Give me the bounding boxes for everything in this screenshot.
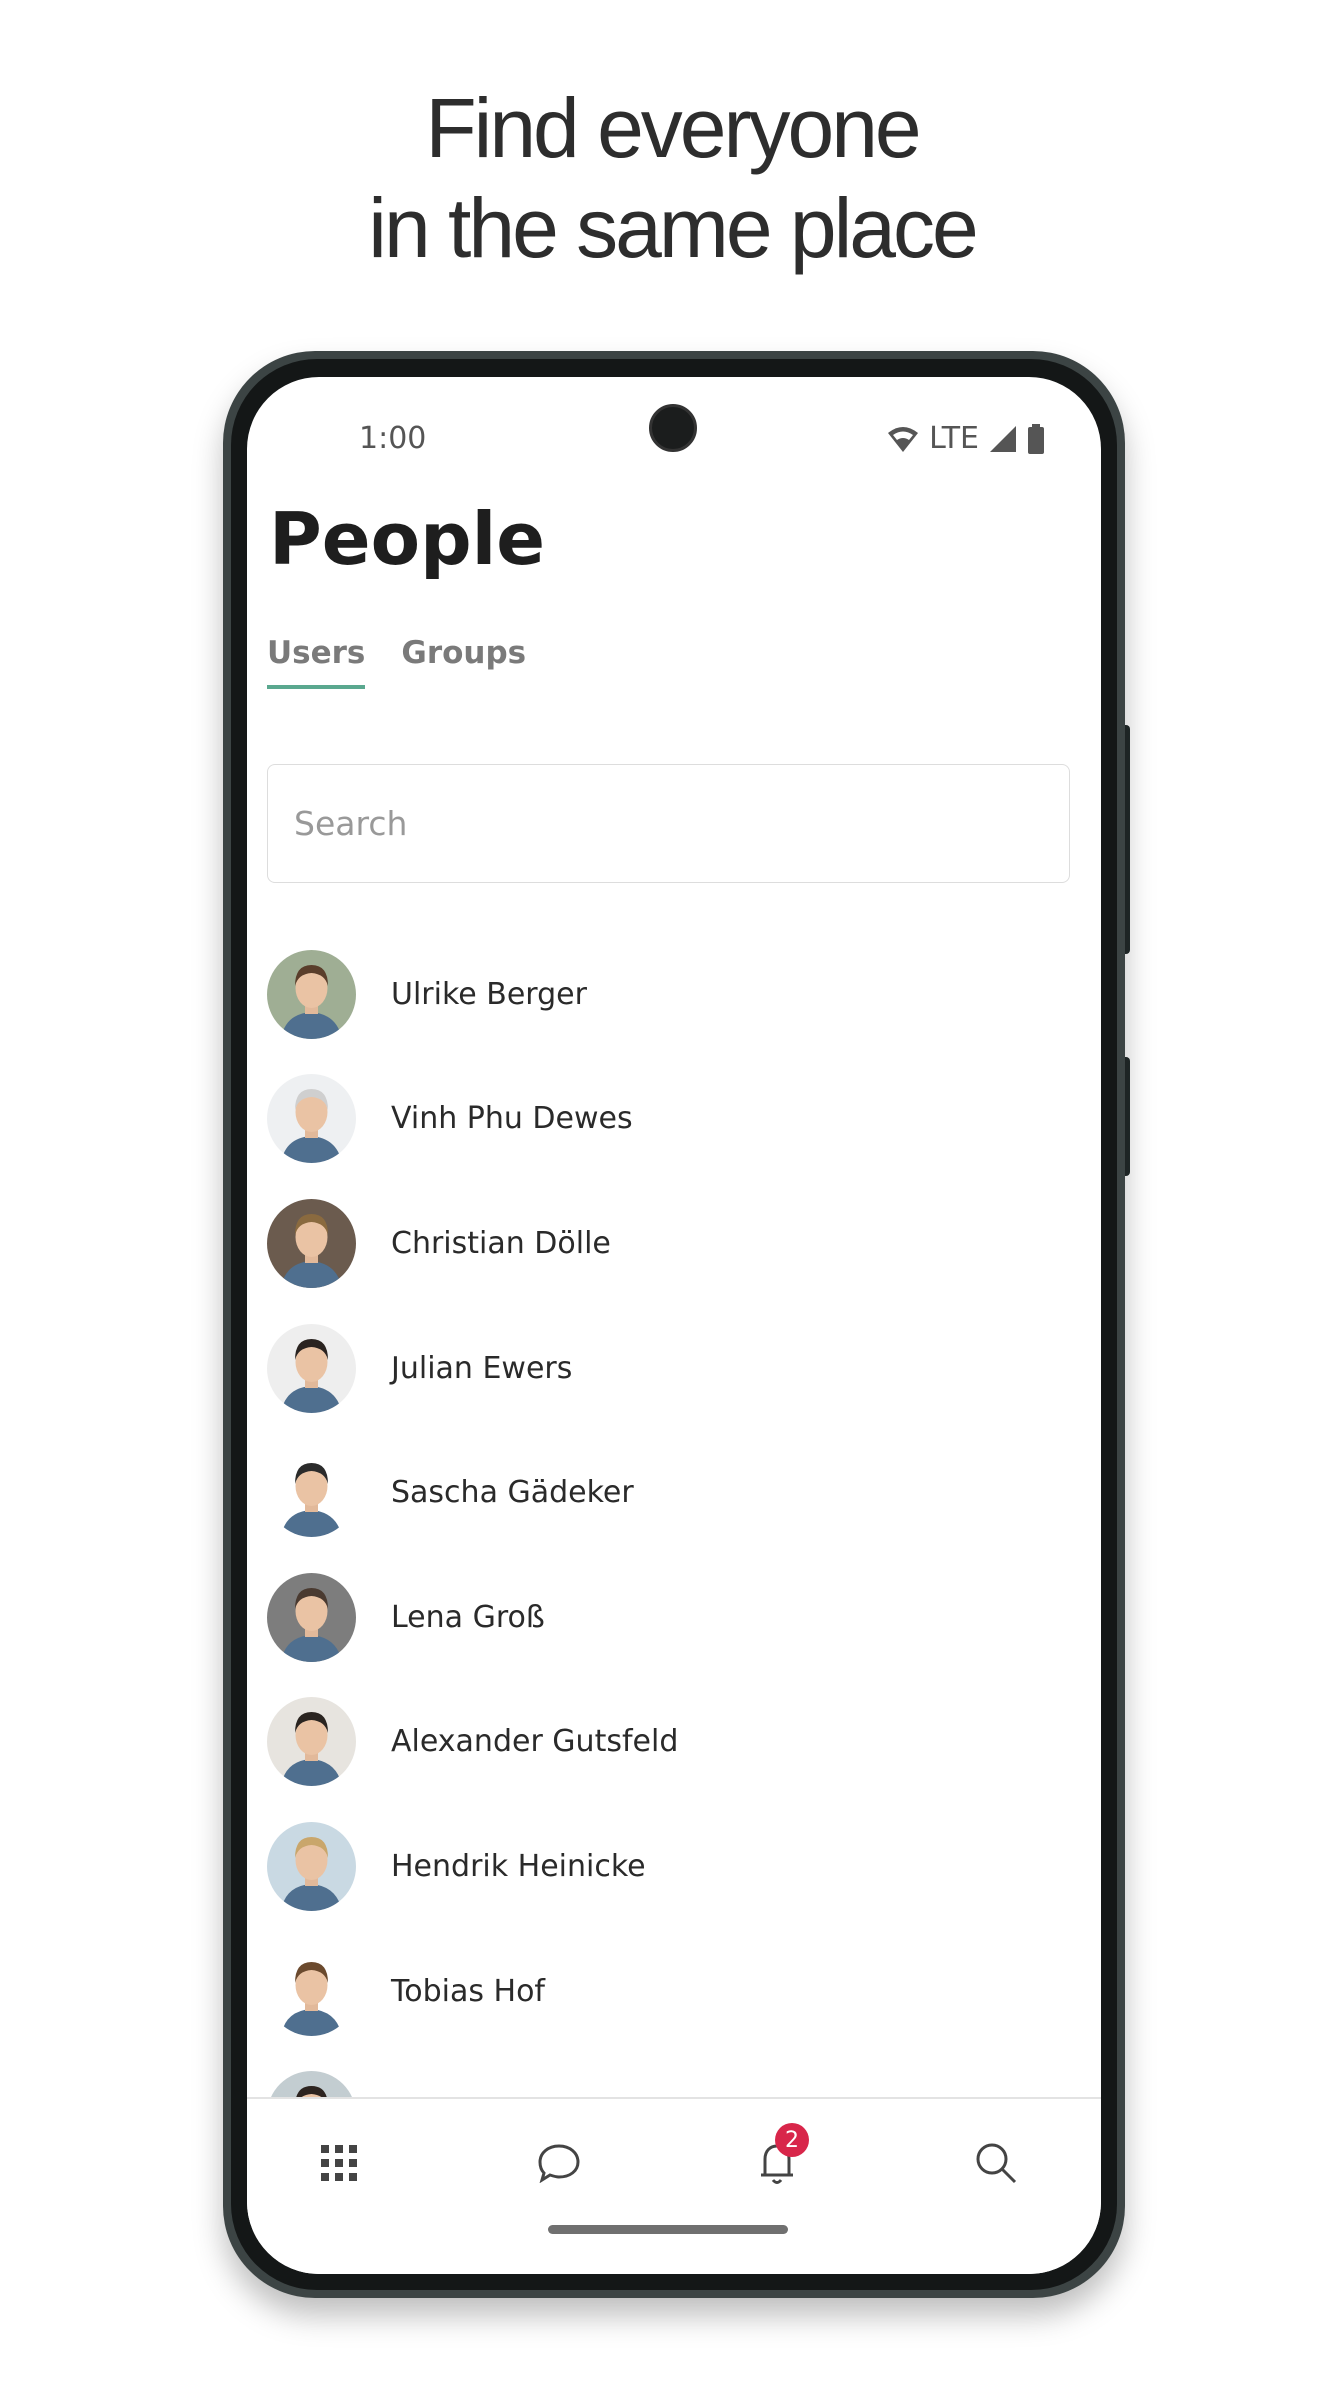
avatar bbox=[267, 1697, 356, 1787]
nav-chat-button[interactable] bbox=[529, 2133, 589, 2193]
avatar bbox=[267, 1448, 356, 1538]
user-name: Hendrik Heinicke bbox=[391, 1848, 646, 1884]
avatar bbox=[267, 1198, 356, 1288]
user-list: Ulrike Berger Vinh Phu Dewes Christian D… bbox=[267, 932, 1101, 2097]
user-name: Tobias Hof bbox=[391, 1973, 545, 2009]
user-list-item[interactable]: Lena Groß bbox=[267, 1555, 1101, 1680]
avatar bbox=[267, 2071, 356, 2097]
user-list-item[interactable]: Christian Dölle bbox=[267, 1181, 1101, 1306]
page-title: People bbox=[269, 497, 546, 581]
tab-groups[interactable]: Groups bbox=[401, 635, 526, 681]
user-name: Alexander Gutsfeld bbox=[391, 1724, 679, 1760]
headline-line-1: Find everyone bbox=[425, 81, 921, 175]
search-icon bbox=[976, 2143, 1017, 2184]
user-list-item[interactable]: Hendrik Heinicke bbox=[267, 1804, 1101, 1929]
avatar bbox=[267, 1323, 356, 1413]
bottom-nav: 2 bbox=[247, 2097, 1101, 2274]
grid-icon bbox=[321, 2145, 357, 2181]
avatar bbox=[267, 1074, 356, 1164]
tab-users[interactable]: Users bbox=[267, 635, 366, 689]
battery-icon bbox=[1028, 423, 1044, 454]
front-camera bbox=[649, 404, 697, 452]
user-list-item[interactable]: Vinh Phu Dewes bbox=[267, 1057, 1101, 1182]
user-list-item[interactable]: Julian Ewers bbox=[267, 1306, 1101, 1431]
user-list-item[interactable]: Tobias Hof bbox=[267, 1929, 1101, 2054]
user-list-item[interactable]: Sascha Gädeker bbox=[267, 1430, 1101, 1555]
headline: Find everyone in the same place bbox=[0, 78, 1344, 278]
avatar bbox=[267, 949, 356, 1039]
user-name: Lena Groß bbox=[391, 1599, 545, 1635]
chat-bubble-icon bbox=[538, 2144, 580, 2183]
nav-search-button[interactable] bbox=[966, 2133, 1026, 2193]
nav-notifications-button[interactable]: 2 bbox=[747, 2123, 809, 2193]
home-indicator[interactable] bbox=[548, 2225, 788, 2234]
user-list-item[interactable]: Alexander Gutsfeld bbox=[267, 1680, 1101, 1805]
avatar bbox=[267, 1572, 356, 1662]
user-list-item[interactable]: Ulrike Berger bbox=[267, 932, 1101, 1057]
nav-apps-button[interactable] bbox=[309, 2133, 369, 2193]
headline-line-2: in the same place bbox=[368, 181, 978, 275]
notification-badge: 2 bbox=[775, 2123, 809, 2157]
phone-screen: 1:00 LTE People Users Groups Search Ulri… bbox=[247, 377, 1101, 2274]
network-label: LTE bbox=[929, 421, 979, 456]
user-name: Christian Dölle bbox=[391, 1225, 611, 1261]
user-list-item[interactable]: Thomas Kraus bbox=[267, 2053, 1101, 2097]
avatar bbox=[267, 1821, 356, 1911]
status-time: 1:00 bbox=[359, 421, 427, 456]
wifi-icon bbox=[888, 426, 919, 452]
signal-icon bbox=[990, 425, 1016, 452]
user-name: Julian Ewers bbox=[391, 1350, 573, 1386]
avatar bbox=[267, 1946, 356, 2036]
user-name: Vinh Phu Dewes bbox=[391, 1101, 633, 1137]
tab-bar: Users Groups bbox=[267, 635, 526, 689]
user-name: Ulrike Berger bbox=[391, 976, 587, 1012]
search-input[interactable]: Search bbox=[267, 764, 1070, 883]
user-name: Sascha Gädeker bbox=[391, 1475, 634, 1511]
search-placeholder: Search bbox=[294, 804, 408, 843]
